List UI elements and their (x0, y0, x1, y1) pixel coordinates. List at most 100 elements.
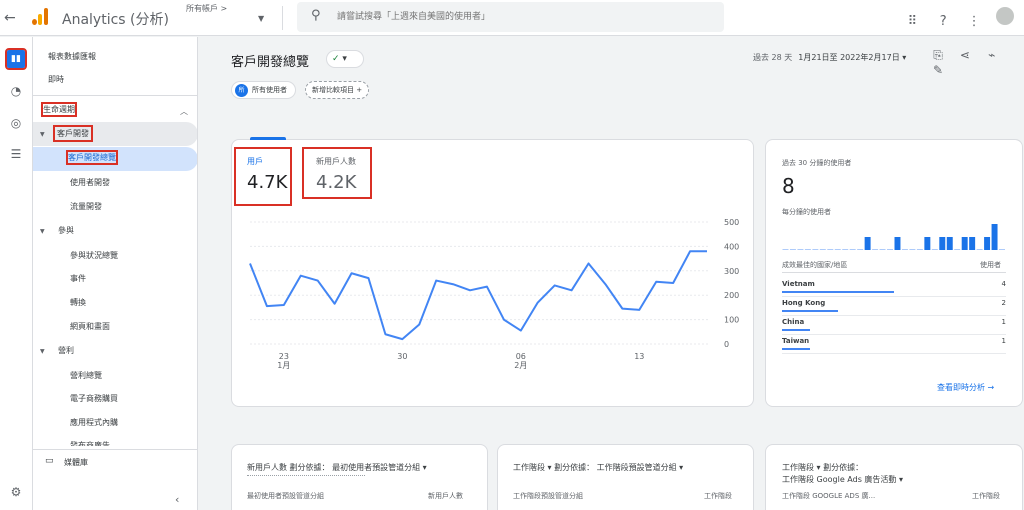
minute-bar (939, 237, 946, 250)
app-title: Analytics (分析) (62, 12, 169, 28)
apps-grid-icon[interactable]: ⠿ (903, 14, 921, 32)
view-realtime-link[interactable]: 查看即時分析 → (937, 382, 994, 393)
divider (782, 296, 1006, 297)
x-tick-label: 23 (279, 352, 289, 361)
sidebar-item-conversions[interactable]: 轉換 (70, 297, 86, 308)
minute-bar (924, 237, 931, 250)
account-picker[interactable]: 所有帳戶 > (186, 3, 227, 14)
y-tick-label: 300 (724, 267, 739, 276)
metric-new-users-value: 4.2K (316, 172, 357, 193)
collapse-chevron-icon[interactable]: ‹ (175, 493, 179, 506)
divider (782, 334, 1006, 335)
date-range-label: 過去 28 天 (753, 53, 793, 62)
col-header: 新用戶人數 (428, 492, 463, 500)
divider (282, 6, 283, 30)
minute-bar (999, 249, 1005, 250)
help-icon[interactable]: ? (934, 14, 952, 32)
avatar[interactable] (996, 7, 1014, 25)
sidebar-item-in-app[interactable]: 應用程式內購 (70, 417, 118, 428)
plus-icon: + (356, 86, 363, 94)
divider (782, 272, 1006, 273)
minute-bar (969, 237, 976, 250)
metric-users[interactable]: 用戶 4.7K (234, 147, 292, 206)
countries-header: 成效最佳的國家/地區 (782, 261, 848, 269)
x-tick-month-label: 2月 (514, 361, 527, 370)
card-title[interactable]: 新用戶人數 劃分依據： 最初使用者預設管道分組 ▾ (247, 462, 427, 473)
search-box[interactable]: ⚲ (297, 2, 724, 32)
chevron-down-icon[interactable]: ▼ (258, 14, 264, 23)
sidebar-item-monetization-overview[interactable]: 營利總覽 (70, 370, 102, 381)
settings-gear-icon[interactable]: ⚙ (7, 485, 25, 503)
back-arrow-icon[interactable]: ← (4, 10, 16, 26)
overview-chart-card: 用戶 4.7K 新用戶人數 4.2K 500 400 300 200 100 0 23 1月 3… (231, 137, 754, 407)
sidebar-item-traffic-acquisition[interactable]: 流量開發 (70, 201, 102, 212)
sidebar-item-library[interactable]: 媒體庫 (64, 457, 88, 468)
sidebar-item-snapshot[interactable]: 報表數據匯報 (48, 51, 96, 62)
col-header: 工作階段 GOOGLE ADS 廣... (782, 492, 876, 500)
per-minute-label: 每分鐘的使用者 (782, 208, 831, 216)
realtime-title: 過去 30 分鐘的使用者 (782, 159, 852, 167)
reports-icon[interactable]: ▮▮ (5, 48, 27, 70)
country-name: Vietnam (782, 280, 815, 288)
sidebar-item-user-acquisition[interactable]: 使用者開發 (70, 177, 110, 188)
caret-down-icon[interactable]: ▼ (40, 348, 45, 355)
sidebar-group-monetization[interactable]: 營利 (58, 345, 74, 356)
all-users-chip[interactable]: 所 所有使用者 (231, 81, 296, 99)
divider (33, 449, 197, 450)
search-input[interactable] (337, 8, 707, 26)
sidebar-item-engagement-overview[interactable]: 參與狀況總覽 (70, 250, 118, 261)
minute-bar (804, 249, 811, 250)
minute-bar (849, 249, 856, 250)
page-title: 客戶開發總覽 (231, 55, 310, 70)
date-range-picker[interactable]: 過去 28 天 1月21日至 2022年2月17日 ▾ (753, 52, 906, 63)
divider (782, 315, 1006, 316)
chevron-up-icon[interactable]: ︿ (180, 106, 188, 117)
card-title[interactable]: 工作階段 ▾ 劃分依據： 工作階段預設管道分組 ▾ (513, 462, 683, 473)
minute-bar (872, 249, 879, 250)
card-title[interactable]: 工作階段 ▾ 劃分依據： (782, 462, 863, 473)
edit-pencil-icon[interactable]: ✎ (930, 63, 946, 77)
y-tick-label: 500 (724, 218, 739, 227)
sidebar-item-events[interactable]: 事件 (70, 273, 86, 284)
sidebar-item-realtime[interactable]: 即時 (48, 74, 64, 85)
country-bar (782, 329, 810, 331)
sidebar-section-lifecycle[interactable]: 生命週期 (41, 102, 77, 117)
insights-icon[interactable]: ⌁ (984, 48, 1000, 62)
realtime-card: 過去 30 分鐘的使用者 8 每分鐘的使用者 成效最佳的國家/地區 使用者 Vi… (765, 139, 1023, 407)
sidebar-group-acquisition[interactable]: 客戶開發 (53, 125, 93, 142)
caret-down-icon[interactable]: ▼ (40, 228, 45, 235)
sidebar-item-pages-screens[interactable]: 網頁和畫面 (70, 321, 110, 332)
country-value: 2 (1001, 299, 1006, 307)
add-comparison-label: 新增比較項目 (312, 86, 354, 94)
analytics-logo (30, 7, 50, 27)
minute-bar (946, 237, 953, 250)
country-value: 1 (1001, 337, 1006, 345)
customize-report-icon[interactable]: ⎘ (930, 48, 946, 63)
share-icon[interactable]: ⋖ (957, 48, 973, 62)
folder-icon: ▭ (45, 456, 54, 466)
x-tick-label: 13 (634, 352, 644, 361)
arrow-right-icon: → (987, 383, 995, 392)
advertising-icon[interactable]: ◎ (7, 116, 25, 134)
x-tick-label: 06 (516, 352, 526, 361)
sidebar-item-ecommerce[interactable]: 電子商務購買 (70, 393, 118, 404)
segment-badge: 所 (235, 83, 248, 97)
sidebar-item-acquisition-overview[interactable]: 客戶開發總覽 (66, 150, 118, 165)
country-name: Hong Kong (782, 299, 826, 307)
country-row: Hong Kong 2 (782, 299, 1006, 318)
card-title-line2[interactable]: 工作階段 Google Ads 廣告活動 ▾ (782, 474, 903, 485)
main-content: 客戶開發總覽 ✓ ▾ 過去 28 天 1月21日至 2022年2月17日 ▾ ⎘ … (198, 37, 1024, 510)
metric-new-users[interactable]: 新用戶人數 4.2K (302, 147, 372, 199)
more-vert-icon[interactable]: ⋮ (965, 14, 983, 32)
sidebar-group-engagement[interactable]: 參與 (58, 225, 74, 236)
country-row: Taiwan 1 (782, 337, 1006, 356)
sidebar-item-publisher-ads[interactable]: 發布商廣告 (70, 440, 110, 446)
minute-bar (864, 237, 871, 250)
configure-icon[interactable]: ☰ (7, 147, 25, 165)
status-pill[interactable]: ✓ ▾ (326, 50, 364, 68)
explore-icon[interactable]: ◔ (7, 84, 25, 102)
caret-down-icon[interactable]: ▼ (40, 131, 45, 138)
minute-bar (827, 249, 834, 250)
add-comparison-button[interactable]: 新增比較項目 + (305, 81, 370, 99)
minute-bar (834, 249, 841, 250)
